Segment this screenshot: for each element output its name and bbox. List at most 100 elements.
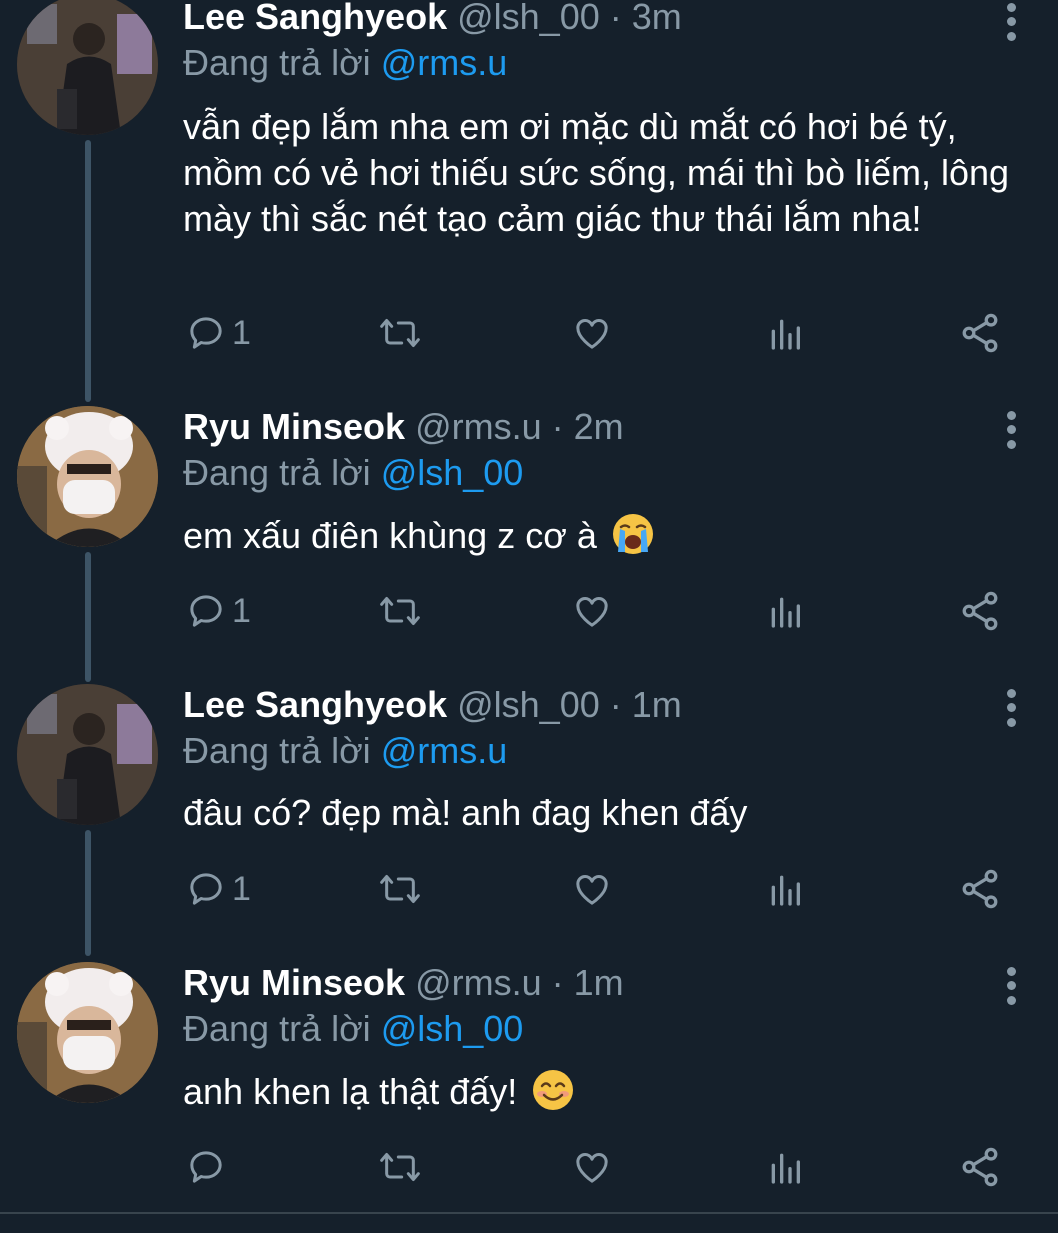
tweet-text: em xấu điên khùng z cơ à xyxy=(183,515,597,556)
share-icon xyxy=(962,1147,998,1187)
tweet-text: vẫn đẹp lắm nha em ơi mặc dù mắt có hơi … xyxy=(183,106,1010,239)
retweet-icon xyxy=(380,597,420,625)
author-name[interactable]: Ryu Minseok xyxy=(183,962,405,1003)
replying-prefix: Đang trả lời xyxy=(183,730,371,771)
avatar-photo xyxy=(17,962,158,1103)
like-button[interactable] xyxy=(571,864,613,914)
tweet-header: Lee Sanghyeok @lsh_00 · 1m xyxy=(183,684,682,726)
reply-count: 1 xyxy=(232,591,251,630)
reply-icon xyxy=(190,873,222,905)
tweet-actions: 1 xyxy=(0,586,1058,636)
timestamp[interactable]: · 3m xyxy=(610,0,682,37)
mention-link[interactable]: @rms.u xyxy=(381,42,508,83)
smiling-face-emoji xyxy=(531,1068,575,1112)
avatar[interactable] xyxy=(17,684,158,825)
heart-icon xyxy=(576,1153,608,1183)
avatar[interactable] xyxy=(17,406,158,547)
replying-prefix: Đang trả lời xyxy=(183,452,371,493)
timestamp[interactable]: · 1m xyxy=(552,962,624,1003)
avatar-photo xyxy=(17,406,158,547)
author-handle[interactable]: @rms.u xyxy=(415,406,542,447)
timestamp[interactable]: · 2m xyxy=(552,406,624,447)
avatar-photo xyxy=(17,684,158,825)
analytics-button[interactable] xyxy=(767,586,803,636)
tweet-actions: 1 xyxy=(0,864,1058,914)
heart-icon xyxy=(576,597,608,627)
loudly-crying-face-emoji xyxy=(611,512,655,556)
avatar[interactable] xyxy=(17,0,158,135)
author-name[interactable]: Lee Sanghyeok xyxy=(183,684,447,725)
author-handle[interactable]: @rms.u xyxy=(415,962,542,1003)
tweet-text-row: em xấu điên khùng z cơ à xyxy=(183,512,1023,559)
reply-button[interactable]: 1 xyxy=(186,864,251,914)
heart-icon xyxy=(576,875,608,905)
analytics-button[interactable] xyxy=(767,308,803,358)
author-name[interactable]: Ryu Minseok xyxy=(183,406,405,447)
tweet[interactable]: Ryu Minseok @rms.u · 2m Đang trả lời @ls… xyxy=(0,406,1058,676)
tweet-actions xyxy=(0,1142,1058,1192)
retweet-button[interactable] xyxy=(378,308,422,358)
like-button[interactable] xyxy=(571,308,613,358)
mention-link[interactable]: @lsh_00 xyxy=(381,452,524,493)
tweet[interactable]: Lee Sanghyeok @lsh_00 · 3m Đang trả lời … xyxy=(0,0,1058,380)
tweet[interactable]: Lee Sanghyeok @lsh_00 · 1m Đang trả lời … xyxy=(0,684,1058,954)
share-icon xyxy=(962,869,998,909)
tweet-text: anh khen lạ thật đấy! xyxy=(183,1071,518,1112)
more-vertical-icon[interactable] xyxy=(998,0,1024,44)
author-handle[interactable]: @lsh_00 xyxy=(457,684,600,725)
reply-count: 1 xyxy=(232,313,251,352)
tweet-header: Ryu Minseok @rms.u · 2m xyxy=(183,406,624,448)
reply-icon xyxy=(190,1151,222,1183)
mention-link[interactable]: @rms.u xyxy=(381,730,508,771)
reply-button[interactable] xyxy=(186,1142,232,1192)
tweet-text: đâu có? đẹp mà! anh đag khen đấy xyxy=(183,792,748,833)
replying-prefix: Đang trả lời xyxy=(183,42,371,83)
reply-button[interactable]: 1 xyxy=(186,586,251,636)
author-handle[interactable]: @lsh_00 xyxy=(457,0,600,37)
avatar-photo xyxy=(17,0,158,135)
share-button[interactable] xyxy=(958,308,1002,358)
like-button[interactable] xyxy=(571,586,613,636)
more-vertical-icon[interactable] xyxy=(998,686,1024,730)
author-name[interactable]: Lee Sanghyeok xyxy=(183,0,447,37)
analytics-icon xyxy=(771,875,800,906)
share-button[interactable] xyxy=(958,1142,1002,1192)
reply-count: 1 xyxy=(232,869,251,908)
retweet-icon xyxy=(380,875,420,903)
tweet-header: Lee Sanghyeok @lsh_00 · 3m xyxy=(183,0,682,38)
reply-icon xyxy=(190,595,222,627)
analytics-button[interactable] xyxy=(767,1142,803,1192)
like-button[interactable] xyxy=(571,1142,613,1192)
reply-button[interactable]: 1 xyxy=(186,308,251,358)
replying-to: Đang trả lời @lsh_00 xyxy=(183,452,523,494)
tweet-text-row: anh khen lạ thật đấy! xyxy=(183,1068,1023,1115)
heart-icon xyxy=(576,319,608,349)
timestamp[interactable]: · 1m xyxy=(610,684,682,725)
replying-prefix: Đang trả lời xyxy=(183,1008,371,1049)
share-icon xyxy=(962,591,998,631)
more-vertical-icon[interactable] xyxy=(998,408,1024,452)
tweet-header: Ryu Minseok @rms.u · 1m xyxy=(183,962,624,1004)
mention-link[interactable]: @lsh_00 xyxy=(381,1008,524,1049)
share-icon xyxy=(962,313,998,353)
analytics-button[interactable] xyxy=(767,864,803,914)
share-button[interactable] xyxy=(958,864,1002,914)
retweet-button[interactable] xyxy=(378,1142,422,1192)
analytics-icon xyxy=(771,1153,800,1184)
retweet-button[interactable] xyxy=(378,864,422,914)
tweet[interactable]: Ryu Minseok @rms.u · 1m Đang trả lời @ls… xyxy=(0,962,1058,1212)
analytics-icon xyxy=(771,597,800,628)
retweet-button[interactable] xyxy=(378,586,422,636)
avatar[interactable] xyxy=(17,962,158,1103)
share-button[interactable] xyxy=(958,586,1002,636)
tweet-actions: 1 xyxy=(0,308,1058,358)
retweet-icon xyxy=(380,319,420,347)
replying-to: Đang trả lời @rms.u xyxy=(183,730,507,772)
replying-to: Đang trả lời @lsh_00 xyxy=(183,1008,523,1050)
replying-to: Đang trả lời @rms.u xyxy=(183,42,507,84)
retweet-icon xyxy=(380,1153,420,1181)
more-vertical-icon[interactable] xyxy=(998,964,1024,1008)
reply-icon xyxy=(190,317,222,349)
divider xyxy=(0,1212,1058,1214)
analytics-icon xyxy=(771,319,800,350)
